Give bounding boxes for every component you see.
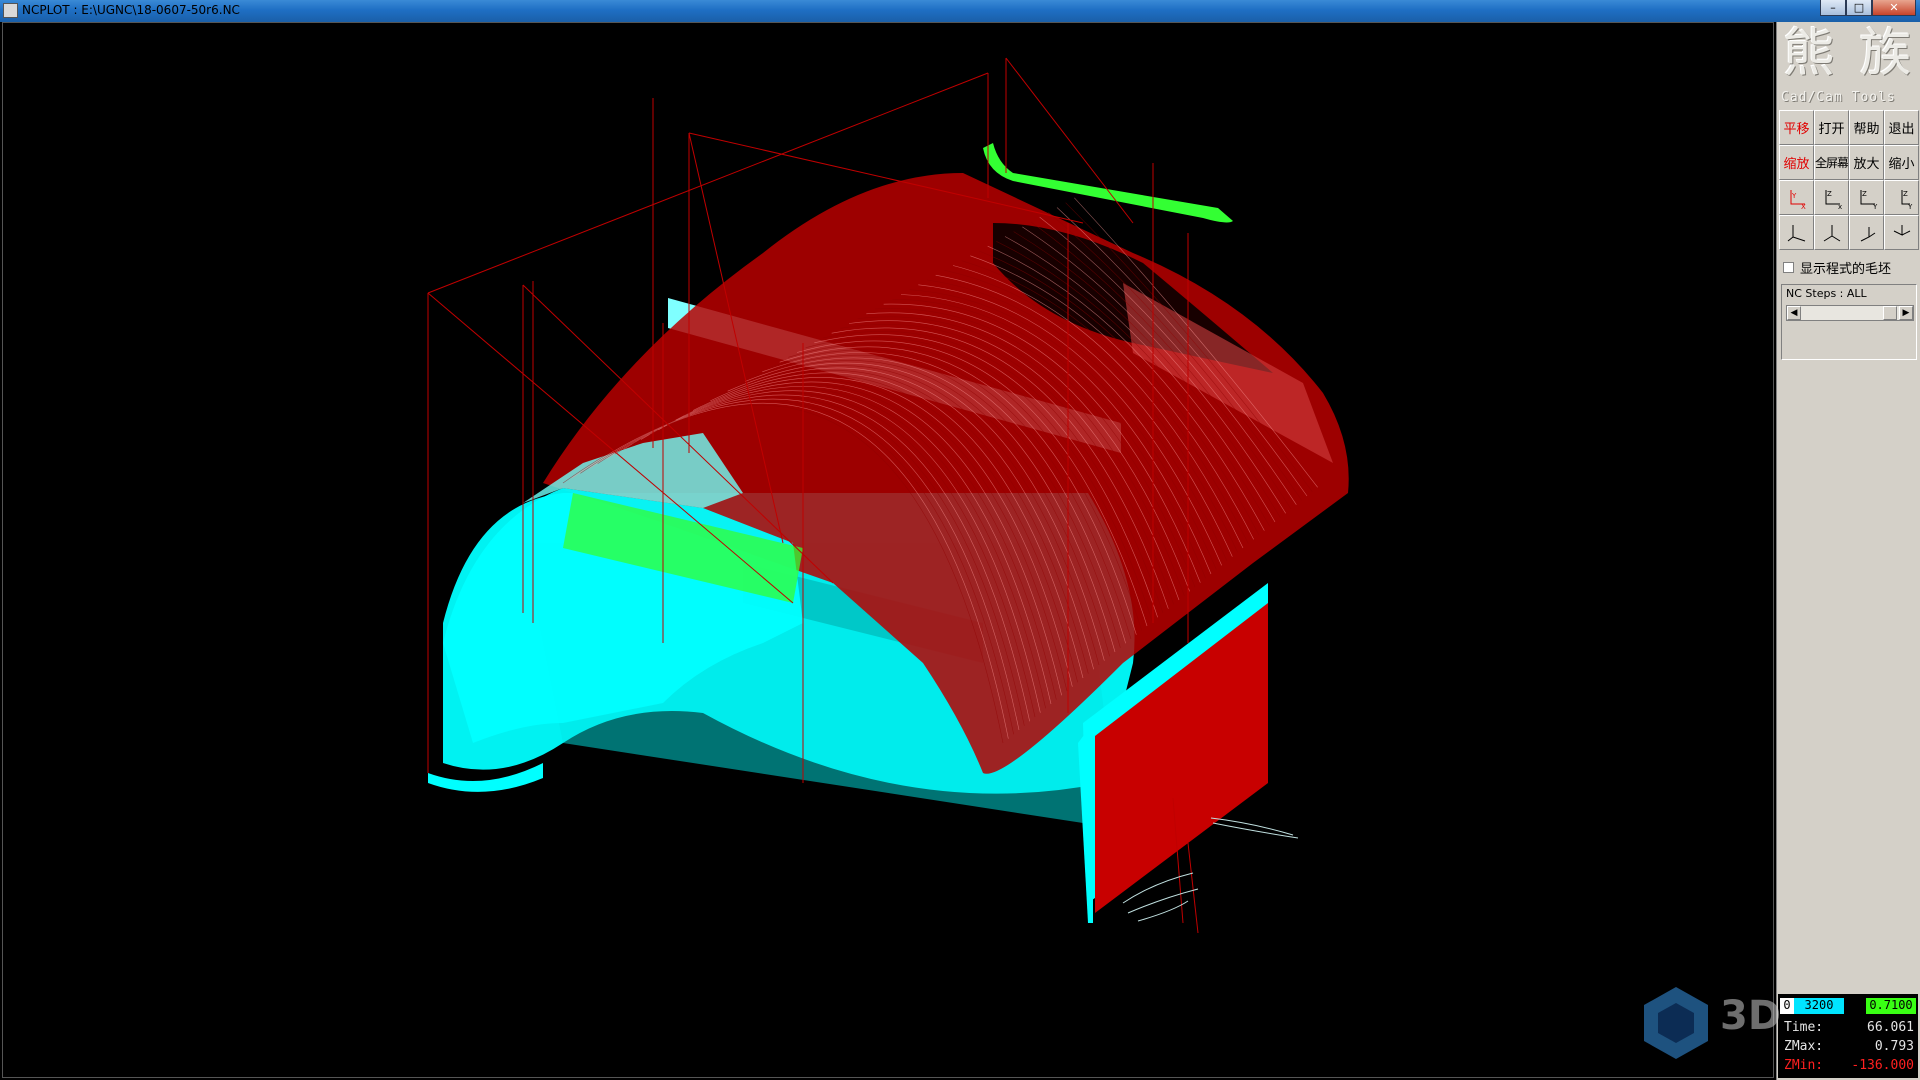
svg-text:X: X	[1801, 203, 1806, 210]
pan-button[interactable]: 平移	[1779, 110, 1814, 145]
axes-xy-icon: YX	[1790, 189, 1806, 210]
feed-gap	[1844, 998, 1866, 1014]
feed-green: 0.7100	[1866, 998, 1916, 1014]
zmax-row: ZMax: 0.793	[1784, 1039, 1914, 1054]
show-stock-label: 显示程式的毛坯	[1800, 262, 1892, 277]
time-value: 66.061	[1867, 1020, 1914, 1035]
view-iso4-button[interactable]	[1884, 215, 1919, 250]
window-title: NCPLOT : E:\UGNC\18-0607-50r6.NC	[22, 3, 240, 17]
view-iso2-button[interactable]	[1814, 215, 1849, 250]
minimize-button[interactable]: –	[1820, 0, 1846, 16]
tool-button-grid: 平移 打开 帮助 退出 缩放 全屏幕 放大 缩小 YX Zx ZY ZY	[1779, 110, 1919, 250]
svg-text:x: x	[1838, 203, 1842, 210]
toolpath-viewport[interactable]	[2, 22, 1774, 1078]
app-icon[interactable]	[3, 3, 18, 18]
scroll-thumb[interactable]	[1883, 306, 1897, 320]
zmin-value: -136.000	[1851, 1058, 1914, 1073]
status-panel: 0 3200 0.7100 Time: 66.061 ZMax: 0.793 Z…	[1778, 994, 1918, 1078]
view-xy-button[interactable]: YX	[1779, 180, 1814, 215]
svg-text:Y: Y	[1791, 192, 1797, 200]
scroll-right-icon[interactable]: ▶	[1899, 306, 1913, 320]
feed-cyan: 3200	[1794, 998, 1844, 1014]
axes-xz-icon: Zx	[1825, 189, 1842, 210]
view-zy-button[interactable]: ZY	[1884, 180, 1919, 215]
scroll-left-icon[interactable]: ◀	[1787, 306, 1801, 320]
svg-text:Z: Z	[1903, 190, 1908, 198]
zoom-out-button[interactable]: 缩小	[1884, 145, 1919, 180]
help-button[interactable]: 帮助	[1849, 110, 1884, 145]
time-row: Time: 66.061	[1784, 1020, 1914, 1035]
zoom-in-button[interactable]: 放大	[1849, 145, 1884, 180]
window-controls: – □ ✕	[1820, 0, 1916, 18]
view-iso3-button[interactable]	[1849, 215, 1884, 250]
time-label: Time:	[1784, 1020, 1824, 1035]
logo-chars: 熊 族	[1782, 24, 1916, 84]
show-stock-checkbox[interactable]	[1783, 262, 1794, 273]
show-stock-option[interactable]: 显示程式的毛坯	[1783, 258, 1891, 277]
axes-iso1-icon	[1787, 224, 1805, 241]
axes-iso4-icon	[1893, 224, 1910, 236]
axes-zy-icon: ZY	[1901, 189, 1913, 210]
zmax-value: 0.793	[1874, 1039, 1914, 1054]
nc-steps-label: NC Steps : ALL	[1786, 287, 1867, 300]
zoom-button[interactable]: 缩放	[1779, 145, 1814, 180]
zmin-label: ZMin:	[1784, 1058, 1824, 1073]
svg-text:Z: Z	[1862, 190, 1867, 198]
axes-iso3-icon	[1860, 226, 1875, 241]
zmax-label: ZMax:	[1784, 1039, 1824, 1054]
close-button[interactable]: ✕	[1872, 0, 1916, 16]
svg-text:Z: Z	[1827, 190, 1832, 198]
zmin-row: ZMin: -136.000	[1784, 1058, 1914, 1073]
side-panel: 熊 族 Cad/Cam Tools 平移 打开 帮助 退出 缩放 全屏幕 放大 …	[1776, 22, 1920, 1080]
indicator-left: 0	[1780, 998, 1794, 1014]
feed-indicator-bar: 0 3200 0.7100	[1780, 998, 1916, 1014]
view-iso1-button[interactable]	[1779, 215, 1814, 250]
nc-steps-scrollbar[interactable]: ◀ ▶	[1786, 305, 1914, 321]
view-xz-button[interactable]: Zx	[1814, 180, 1849, 215]
nc-steps-group: NC Steps : ALL ◀ ▶	[1781, 284, 1917, 360]
logo: 熊 族 Cad/Cam Tools	[1777, 22, 1920, 108]
exit-button[interactable]: 退出	[1884, 110, 1919, 145]
axes-iso2-icon	[1823, 224, 1840, 241]
title-bar: NCPLOT : E:\UGNC\18-0607-50r6.NC – □ ✕	[0, 0, 1920, 22]
view-yz-button[interactable]: ZY	[1849, 180, 1884, 215]
svg-text:Y: Y	[1907, 203, 1913, 210]
toolpath-canvas[interactable]	[3, 23, 1773, 1077]
open-button[interactable]: 打开	[1814, 110, 1849, 145]
svg-text:Y: Y	[1872, 203, 1878, 210]
logo-subtitle: Cad/Cam Tools	[1781, 90, 1896, 105]
maximize-button[interactable]: □	[1846, 0, 1872, 16]
fullscreen-button[interactable]: 全屏幕	[1814, 145, 1849, 180]
axes-yz-icon: ZY	[1860, 189, 1878, 210]
